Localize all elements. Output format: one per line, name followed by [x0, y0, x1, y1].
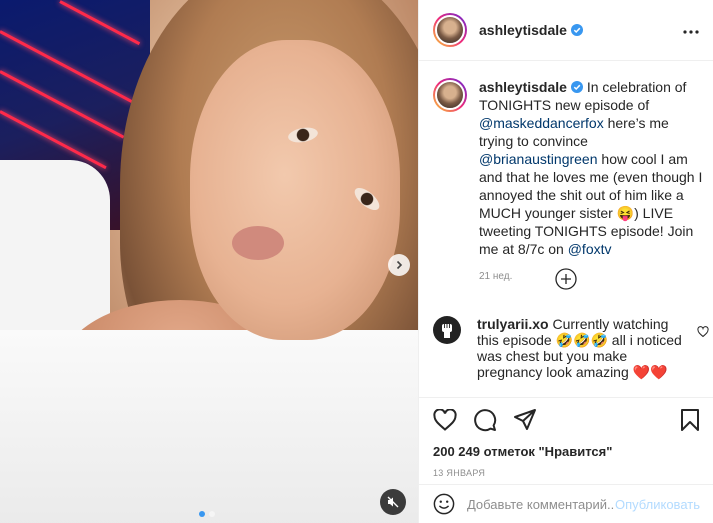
caption-mention-link[interactable]: @foxtv	[568, 241, 612, 257]
next-arrow-icon	[396, 260, 403, 270]
publish-button[interactable]: Опубликовать	[615, 497, 700, 512]
comment-text: trulyarii.xo Currently watching this epi…	[477, 316, 682, 380]
verified-icon	[570, 81, 583, 93]
likes-count[interactable]: 200 249 отметок "Нравится"	[433, 444, 700, 459]
carousel-dot	[209, 511, 215, 517]
verified-icon	[570, 24, 583, 36]
post-panel: ashleytisdale ashleytisdale In celebrati…	[418, 0, 713, 523]
caption-text: ashleytisdale In celebration of TONIGHTS…	[479, 78, 705, 286]
post-media[interactable]	[0, 0, 418, 523]
photo-shirt	[0, 330, 418, 523]
load-more-icon	[555, 268, 577, 290]
share-icon[interactable]	[513, 408, 537, 432]
load-more-comments-button[interactable]	[555, 268, 577, 290]
comment-item: trulyarii.xo Currently watching this epi…	[433, 316, 709, 380]
fist-icon	[442, 324, 452, 338]
post-actions: 200 249 отметок "Нравится" 13 ЯНВАРЯ	[419, 397, 713, 478]
mute-icon	[387, 496, 399, 508]
photo-face	[190, 40, 400, 340]
caption-mention-link[interactable]: @brianaustingreen	[479, 151, 598, 167]
comment-username[interactable]: trulyarii.xo	[477, 316, 549, 332]
comment-icon[interactable]	[473, 408, 497, 432]
comment-input[interactable]	[466, 496, 615, 512]
more-icon	[683, 30, 699, 34]
caption-body: In celebration of TONIGHTS new episode o…	[479, 79, 702, 257]
carousel-next-button[interactable]	[388, 254, 410, 276]
avatar[interactable]	[433, 13, 467, 47]
caption-username[interactable]: ashleytisdale	[479, 79, 567, 95]
mute-button[interactable]	[380, 489, 406, 515]
heart-icon[interactable]	[433, 409, 457, 431]
more-options-button[interactable]	[683, 21, 699, 39]
post-date[interactable]: 13 ЯНВАРЯ	[433, 468, 700, 478]
caption-mention-link[interactable]: @maskeddancerfox	[479, 115, 604, 131]
carousel-dot	[199, 511, 205, 517]
author-username[interactable]: ashleytisdale	[479, 22, 567, 38]
avatar[interactable]	[433, 316, 461, 344]
post-caption: ashleytisdale In celebration of TONIGHTS…	[433, 78, 705, 286]
caption-timestamp[interactable]: 21 нед.	[479, 268, 705, 286]
bookmark-icon[interactable]	[680, 408, 700, 432]
photo-lips	[232, 226, 284, 260]
add-comment-bar: Опубликовать	[419, 484, 713, 523]
action-icons	[433, 408, 700, 432]
avatar[interactable]	[433, 78, 467, 112]
instagram-post: ashleytisdale ashleytisdale In celebrati…	[0, 0, 713, 523]
carousel-indicator	[199, 511, 215, 517]
emoji-icon[interactable]	[433, 492, 455, 516]
post-header: ashleytisdale	[419, 0, 713, 61]
comment-like-icon[interactable]	[697, 326, 709, 338]
